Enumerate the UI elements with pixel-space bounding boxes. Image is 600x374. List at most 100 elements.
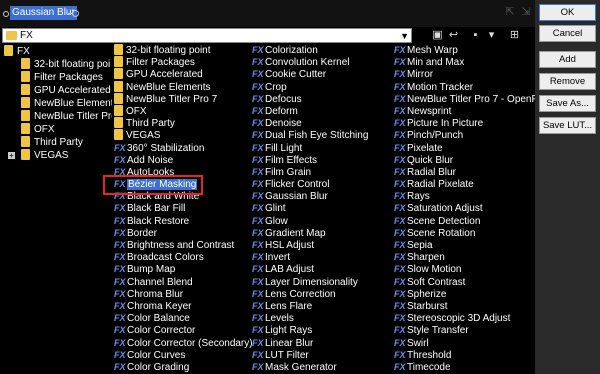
remove-button[interactable]: Remove xyxy=(539,73,596,90)
list-item[interactable]: FXFilm Effects xyxy=(252,154,368,166)
list-item[interactable]: FXPicture In Picture xyxy=(394,117,535,129)
expand-plus-icon[interactable]: + xyxy=(8,152,15,160)
list-item[interactable]: OFX xyxy=(114,104,253,117)
list-item[interactable]: FXBroadcast Colors xyxy=(114,251,253,263)
list-item[interactable]: FXCrop xyxy=(252,81,368,93)
list-item[interactable]: FXGlint xyxy=(252,202,368,214)
list-item[interactable]: FXBump Map xyxy=(114,263,253,275)
list-item[interactable]: FXColor Grading xyxy=(114,361,253,373)
list-item[interactable]: FXColor Curves xyxy=(114,349,253,361)
list-item[interactable]: FXPinch/Punch xyxy=(394,129,535,141)
search-input[interactable]: Gaussian Blur xyxy=(10,6,77,20)
list-item[interactable]: FXAdd Noise xyxy=(114,154,253,166)
list-item[interactable]: FXSaturation Adjust xyxy=(394,202,535,214)
list-item[interactable]: FXLens Correction xyxy=(252,288,368,300)
tree-item[interactable]: OFX xyxy=(21,123,55,136)
tree-item[interactable]: 32-bit floating poi xyxy=(21,58,110,71)
list-item[interactable]: FXChroma Keyer xyxy=(114,300,253,312)
list-item[interactable]: FXRadial Pixelate xyxy=(394,178,535,190)
list-item[interactable]: FXSpherize xyxy=(394,288,535,300)
list-item[interactable]: FXMotion Tracker xyxy=(394,81,535,93)
list-item[interactable]: FXInvert xyxy=(252,251,368,263)
list-item[interactable]: FXLUT Filter xyxy=(252,349,368,361)
list-item[interactable]: FXGradient Map xyxy=(252,227,368,239)
list-item[interactable]: FXSepia xyxy=(394,239,535,251)
tree-item[interactable]: GPU Accelerated xyxy=(21,84,111,97)
list-item[interactable]: FXRays xyxy=(394,190,535,202)
list-item[interactable]: FXThreshold xyxy=(394,349,535,361)
list-item[interactable]: FXCookie Cutter xyxy=(252,68,368,80)
list-item[interactable]: FXStyle Transfer xyxy=(394,324,535,336)
list-item[interactable]: FXLight Rays xyxy=(252,324,368,336)
list-item[interactable]: FXFlicker Control xyxy=(252,178,368,190)
grid-view-icon[interactable]: ⊞ xyxy=(508,29,521,42)
list-item[interactable]: FXChannel Blend xyxy=(114,276,253,288)
list-item[interactable]: FXFilm Grain xyxy=(252,166,368,178)
save-as-button[interactable]: Save As... xyxy=(539,95,596,112)
expand-icon[interactable]: ⇲ xyxy=(520,6,532,18)
save-lut-button[interactable]: Save LUT... xyxy=(539,117,596,134)
list-item[interactable]: FXColor Corrector xyxy=(114,324,253,336)
ok-button[interactable]: OK xyxy=(539,4,596,21)
views-dropdown-icon[interactable]: ▾ xyxy=(485,29,498,42)
list-item[interactable]: 32-bit floating point xyxy=(114,44,253,56)
tree-item[interactable]: NewBlue Titler Pro xyxy=(21,110,117,123)
favorites-icon[interactable]: ▪ xyxy=(469,29,482,42)
list-item[interactable]: FXDefocus xyxy=(252,93,368,105)
list-item[interactable]: FXDual Fish Eye Stitching xyxy=(252,129,368,141)
new-folder-icon[interactable]: ▣ xyxy=(431,29,444,42)
list-item[interactable]: FXColorization xyxy=(252,44,368,56)
list-item[interactable]: FXGaussian Blur xyxy=(252,190,368,202)
list-item[interactable]: FXColor Balance xyxy=(114,312,253,324)
cancel-button[interactable]: Cancel xyxy=(539,25,596,42)
list-item[interactable]: FXPixelate xyxy=(394,142,535,154)
list-item[interactable]: FXMin and Max xyxy=(394,56,535,68)
list-item[interactable]: FXColor Corrector (Secondary) xyxy=(114,337,253,349)
list-item[interactable]: FXConvolution Kernel xyxy=(252,56,368,68)
list-item[interactable]: FXScene Rotation xyxy=(394,227,535,239)
list-item[interactable]: Third Party xyxy=(114,117,253,129)
list-item[interactable]: FXQuick Blur xyxy=(394,154,535,166)
list-item[interactable]: FXBrightness and Contrast xyxy=(114,239,253,251)
tree-item[interactable]: NewBlue Elements xyxy=(21,97,118,110)
list-item[interactable]: FXBlack Restore xyxy=(114,215,253,227)
list-item[interactable]: GPU Accelerated xyxy=(114,68,253,80)
list-item[interactable]: FXGlow xyxy=(252,215,368,227)
list-item[interactable]: FXChroma Blur xyxy=(114,288,253,300)
tree-item[interactable]: Filter Packages xyxy=(21,71,103,84)
list-item[interactable]: FXLinear Blur xyxy=(252,337,368,349)
list-item[interactable]: FXSoft Contrast xyxy=(394,276,535,288)
list-item[interactable]: FXBorder xyxy=(114,227,253,239)
list-item[interactable]: FXScene Detection xyxy=(394,215,535,227)
list-item[interactable]: FXRadial Blur xyxy=(394,166,535,178)
back-arrow-icon[interactable]: ↩ xyxy=(447,29,460,42)
list-item[interactable]: NewBlue Elements xyxy=(114,80,253,93)
list-item[interactable]: FXLayer Dimensionality xyxy=(252,276,368,288)
list-item[interactable]: FXFill Light xyxy=(252,142,368,154)
list-item[interactable]: FXMesh Warp xyxy=(394,44,535,56)
list-item[interactable]: FXLevels xyxy=(252,312,368,324)
list-item[interactable]: FXStarburst xyxy=(394,300,535,312)
list-item[interactable]: FXNewsprint xyxy=(394,105,535,117)
tree-item-fx[interactable]: FX xyxy=(4,45,30,58)
path-dropdown[interactable]: FX ▼ xyxy=(2,28,412,43)
list-item[interactable]: NewBlue Titler Pro 7 xyxy=(114,92,253,105)
list-item[interactable]: FXMirror xyxy=(394,68,535,80)
collapse-icon[interactable]: ⇱ xyxy=(504,6,516,18)
tree-item[interactable]: VEGAS xyxy=(21,149,68,162)
tree-item[interactable]: Third Party xyxy=(21,136,83,149)
list-item[interactable]: FXMask Generator xyxy=(252,361,368,373)
chevron-down-icon[interactable]: ▼ xyxy=(400,30,409,42)
list-item[interactable]: FXStereoscopic 3D Adjust xyxy=(394,312,535,324)
list-item[interactable]: FXLAB Adjust xyxy=(252,263,368,275)
list-item[interactable]: FXDeform xyxy=(252,105,368,117)
list-item[interactable]: FXSlow Motion xyxy=(394,263,535,275)
list-item[interactable]: FXSharpen xyxy=(394,251,535,263)
list-item[interactable]: Filter Packages xyxy=(114,56,253,68)
list-item[interactable]: FXSwirl xyxy=(394,337,535,349)
list-item[interactable]: FXTimecode xyxy=(394,361,535,373)
list-item[interactable]: FXNewBlue Titler Pro 7 - OpenFX xyxy=(394,93,535,105)
add-button[interactable]: Add xyxy=(539,51,596,68)
list-item[interactable]: FXHSL Adjust xyxy=(252,239,368,251)
list-item[interactable]: FX360° Stabilization xyxy=(114,142,253,154)
